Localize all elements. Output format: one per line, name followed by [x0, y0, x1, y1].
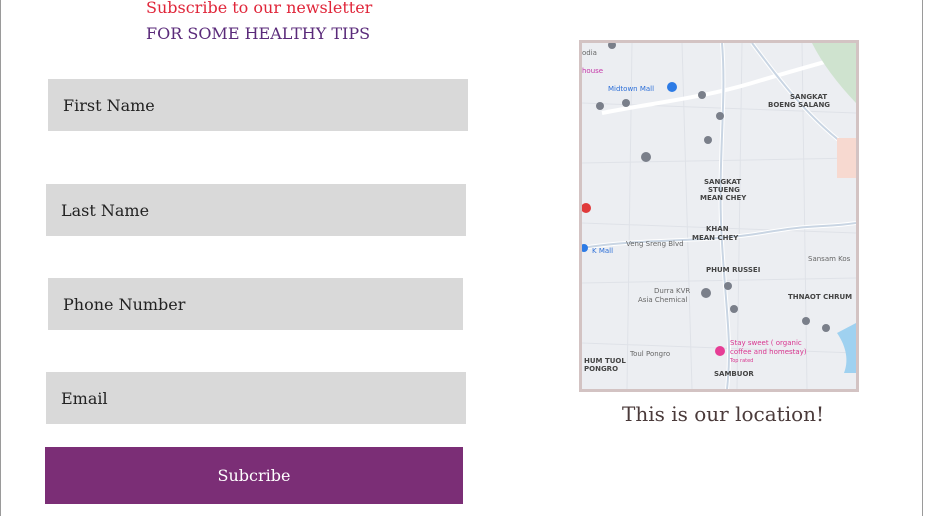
map-label-sangkat-1: SANGKAT [790, 93, 827, 101]
map-label-khan: KHAN [706, 225, 729, 233]
newsletter-subtitle: FOR SOME HEALTHY TIPS [146, 24, 371, 43]
map-label-top-rated: Top rated [729, 358, 753, 364]
map-label-asia-chemical: Asia Chemical [638, 296, 687, 304]
map-canvas: odia house Midtown Mall SANGKAT BOENG SA… [582, 43, 856, 389]
last-name-input[interactable]: Last Name [46, 184, 466, 236]
location-map[interactable]: odia house Midtown Mall SANGKAT BOENG SA… [579, 40, 859, 392]
map-label-mean-chey: MEAN CHEY [700, 194, 747, 202]
map-label-house: house [582, 67, 603, 75]
map-label-midtown-mall: Midtown Mall [608, 85, 654, 93]
map-label-sansam-kos: Sansam Kos [808, 255, 851, 263]
map-label-stay-sweet-1: Stay sweet ( organic [730, 339, 802, 347]
map-label-thnaot-chrum: THNAOT CHRUM [788, 293, 852, 301]
map-label-khan-mean-chey: MEAN CHEY [692, 234, 739, 242]
map-label-stueng: STUENG [708, 186, 740, 194]
email-input[interactable]: Email [46, 372, 466, 424]
phone-number-input[interactable]: Phone Number [48, 278, 463, 330]
map-label-phum-russei: PHUM RUSSEI [706, 266, 760, 274]
subscribe-button[interactable]: Subcribe [45, 447, 463, 504]
map-label-stay-sweet-2: coffee and homestay) [730, 348, 807, 356]
location-caption: This is our location! [622, 402, 825, 426]
map-label-sambuor: SAMBUOR [714, 370, 754, 378]
map-label-toul-pongro: Toul Pongro [629, 350, 670, 358]
map-label-k-mall: K Mall [592, 247, 613, 255]
map-label-durra-kvr: Durra KVR [654, 287, 690, 295]
map-label-sangkat-2: SANGKAT [704, 178, 741, 186]
newsletter-title: Subscribe to our newsletter [146, 0, 373, 17]
first-name-input[interactable]: First Name [48, 79, 468, 131]
map-label-boeng-salang: BOENG SALANG [768, 101, 830, 109]
map-label-odia: odia [582, 49, 597, 57]
map-label-pongro: PONGRO [584, 365, 618, 373]
map-label-veng-sreng-blvd: Veng Sreng Blvd [626, 240, 684, 248]
map-label-hum-tuol: HUM TUOL [584, 357, 626, 365]
